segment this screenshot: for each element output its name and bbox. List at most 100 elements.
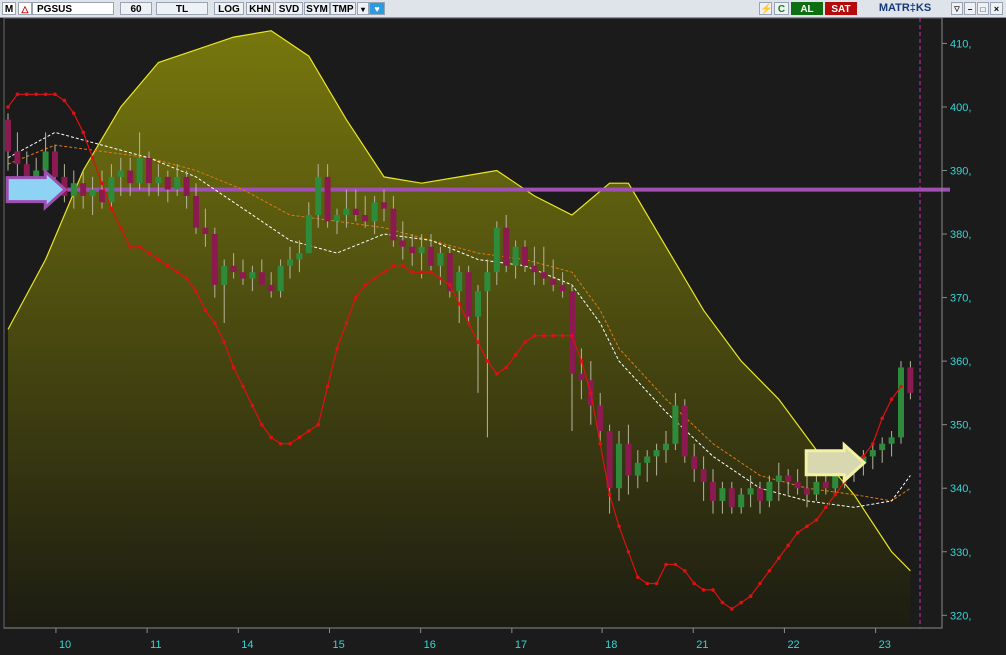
candle-body [775,475,782,482]
candle-body [183,176,190,196]
twitter-icon[interactable]: ♥ [369,2,385,15]
candle-body [757,488,763,501]
red-indicator-point [372,276,377,281]
refresh-button[interactable]: C [774,2,789,15]
red-indicator-point [438,276,443,281]
red-indicator-point [805,524,809,529]
red-indicator-point [683,569,687,573]
candle-body [710,481,716,501]
y-tick-label: 410, [950,38,971,50]
red-indicator-point [72,111,76,116]
candle-body [907,367,914,393]
candle-body [465,272,472,317]
tmp-button[interactable]: TMP [330,2,356,15]
candle-body [418,246,425,254]
red-indicator-point [833,492,837,497]
candle-body [766,481,773,501]
candle-body [381,202,387,209]
candle-body [634,462,641,476]
red-indicator-point [495,372,499,376]
chart-toolbar: M △ PGSUS 60 TL LOG KHN SVD SYM TMP ▾ ♥ … [0,0,1006,18]
menu-m-button[interactable]: M [2,2,16,15]
x-tick-label: 10 [59,639,71,651]
sym-button[interactable]: SYM [304,2,330,15]
candle-body [832,475,839,489]
log-scale-button[interactable]: LOG [214,2,244,15]
x-tick-label: 16 [424,639,436,651]
y-tick-label: 400, [950,102,971,114]
red-indicator-point [513,353,518,357]
red-indicator-point [25,92,29,97]
svd-button[interactable]: SVD [275,2,303,15]
red-indicator-point [250,403,255,408]
red-indicator-point [34,92,38,97]
red-indicator-point [363,283,368,287]
red-indicator-point [109,206,114,211]
red-indicator-point [15,92,20,97]
red-indicator-point [448,283,452,287]
candle-body [437,253,444,266]
red-indicator-point [701,588,706,592]
price-chart[interactable]: 410, 400, 390, 380, 370, 360, 350, 340, 330, 320,… [0,18,1006,655]
bolt-icon[interactable]: ⚡ [759,2,772,15]
red-indicator-point [297,435,302,440]
candle-body [578,373,585,381]
window-menu-icon[interactable]: ▽ [951,2,963,15]
candle-body [240,272,246,279]
chevron-down-icon[interactable]: ▾ [357,2,369,15]
y-tick-label: 370, [950,293,971,305]
candle-body [315,176,322,215]
buy-button[interactable]: AL [791,2,823,15]
red-indicator-point [654,581,659,586]
red-indicator-point [307,429,311,433]
minimize-icon[interactable]: − [964,2,976,15]
candle-body [456,272,463,292]
y-tick-label: 330, [950,547,971,559]
red-indicator-point [53,92,57,97]
red-indicator-point [231,365,236,370]
red-indicator-point [6,105,10,109]
sell-button[interactable]: SAT [825,2,857,15]
candle-body [738,494,745,508]
x-tick-label: 22 [787,639,799,651]
red-indicator-point [758,581,762,586]
red-indicator-point [824,505,828,510]
candle-body [672,405,679,444]
red-indicator-point [137,245,142,249]
candle-body [597,405,604,432]
red-indicator-point [128,245,132,249]
red-indicator-point [814,518,819,522]
candle-body [869,450,876,457]
period-selector[interactable]: 60 [120,2,152,15]
y-tick-label: 390, [950,166,971,178]
red-indicator-point [748,594,753,598]
candle-body [663,443,669,451]
currency-selector[interactable]: TL [156,2,208,15]
red-indicator-point [777,556,781,560]
candle-body [70,183,77,196]
symbol-field[interactable]: PGSUS [32,2,114,15]
candle-body [475,291,481,317]
candle-body [794,481,801,489]
candle-body [296,253,303,260]
trading-chart-window: M △ PGSUS 60 TL LOG KHN SVD SYM TMP ▾ ♥ … [0,0,1006,655]
candle-body [334,214,340,222]
candle-body [785,475,792,482]
close-icon[interactable]: × [990,2,1003,15]
x-tick-label: 15 [332,639,344,651]
candle-body [531,265,538,273]
khn-button[interactable]: KHN [246,2,274,15]
maximize-icon[interactable]: □ [977,2,989,15]
candle-body [503,227,510,266]
candle-body [813,481,820,495]
red-indicator-point [316,422,321,427]
candle-body [136,157,143,184]
red-indicator-point [119,225,123,230]
red-indicator-point [692,581,696,586]
red-indicator-point [288,441,292,446]
candle-body [164,176,171,190]
red-indicator-point [278,441,283,446]
candle-body [898,367,904,438]
red-indicator-point [241,384,245,389]
red-indicator-point [889,397,894,402]
